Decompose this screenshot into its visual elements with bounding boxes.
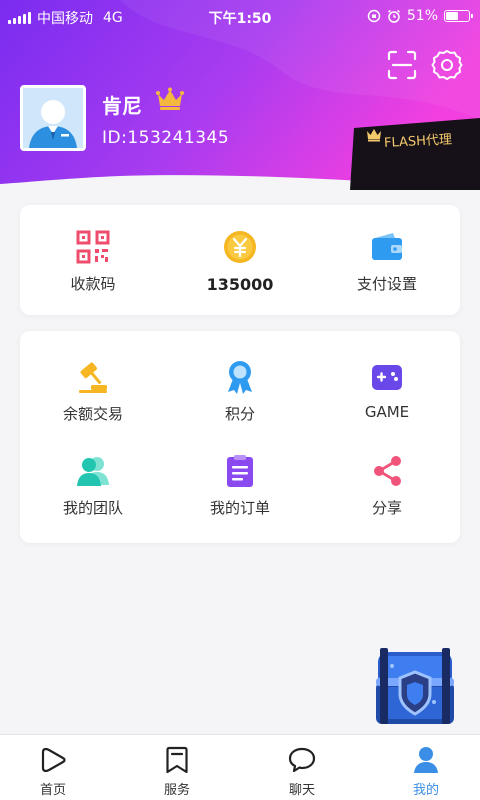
balance-trade-label: 余额交易 <box>62 405 123 423</box>
tab-services[interactable]: 服务 <box>137 745 217 798</box>
battery-icon <box>444 10 473 22</box>
user-id: ID:153241345 <box>102 128 230 148</box>
balance-button[interactable]: 135000 <box>167 229 313 294</box>
tab-home-label: 首页 <box>39 783 66 798</box>
gamepad-icon <box>372 365 402 390</box>
bookmark-icon <box>166 746 188 774</box>
battery-percent: 51% <box>406 8 438 24</box>
points-button[interactable]: 积分 <box>167 359 313 424</box>
game-label: GAME <box>364 403 410 421</box>
my-orders-label: 我的订单 <box>209 499 270 517</box>
points-label: 积分 <box>224 405 255 423</box>
my-team-label: 我的团队 <box>62 499 123 517</box>
alarm-icon <box>387 9 400 23</box>
payment-code-button[interactable]: 收款码 <box>20 229 166 294</box>
wallet-card: 收款码 135000 支付设置 <box>20 205 460 315</box>
home-play-icon <box>41 747 66 773</box>
payment-code-label: 收款码 <box>70 275 116 293</box>
scan-icon[interactable] <box>385 48 419 82</box>
chat-bubble-icon <box>288 747 316 773</box>
badge-icon <box>228 361 252 394</box>
bottom-tab-bar: 首页 服务 聊天 我的 <box>0 734 480 800</box>
share-icon <box>374 456 401 486</box>
yuan-coin-icon <box>224 231 256 263</box>
tab-chat[interactable]: 聊天 <box>262 745 342 798</box>
profile-header: 中国移动 4G 下午1:50 51% 肯尼 ID:153241345 FLASH… <box>0 0 480 190</box>
game-button[interactable]: GAME <box>314 359 460 421</box>
tab-mine-label: 我的 <box>412 783 439 798</box>
balance-amount: 135000 <box>206 275 274 294</box>
crown-icon <box>156 87 184 110</box>
gavel-icon <box>79 362 107 393</box>
my-team-button[interactable]: 我的团队 <box>20 453 166 518</box>
team-icon <box>77 457 109 486</box>
username: 肯尼 <box>102 94 142 118</box>
rotation-lock-icon <box>367 9 381 23</box>
avatar[interactable] <box>20 85 86 151</box>
share-label: 分享 <box>371 499 402 517</box>
payment-settings-label: 支付设置 <box>356 275 417 293</box>
avatar-person-icon <box>23 88 83 148</box>
wallet-icon <box>372 233 402 260</box>
tab-chat-label: 聊天 <box>288 783 315 798</box>
tab-services-label: 服务 <box>163 783 190 798</box>
status-bar: 中国移动 4G 下午1:50 51% <box>0 0 480 34</box>
agent-crown-icon <box>367 129 381 142</box>
qr-code-icon <box>76 230 110 264</box>
settings-gear-icon[interactable] <box>430 48 464 82</box>
share-button[interactable]: 分享 <box>314 453 460 518</box>
services-card: 余额交易 积分 GAME 我的团队 我的订单 分享 <box>20 331 460 543</box>
payment-settings-button[interactable]: 支付设置 <box>314 229 460 294</box>
tab-home[interactable]: 首页 <box>13 745 93 798</box>
my-orders-button[interactable]: 我的订单 <box>167 453 313 518</box>
person-icon <box>414 747 438 773</box>
tab-mine[interactable]: 我的 <box>386 745 466 798</box>
order-icon <box>227 455 253 487</box>
treasure-chest-icon[interactable] <box>372 642 458 730</box>
balance-trade-button[interactable]: 余额交易 <box>20 359 166 424</box>
agent-badge-label: FLASH代理 <box>383 132 453 151</box>
